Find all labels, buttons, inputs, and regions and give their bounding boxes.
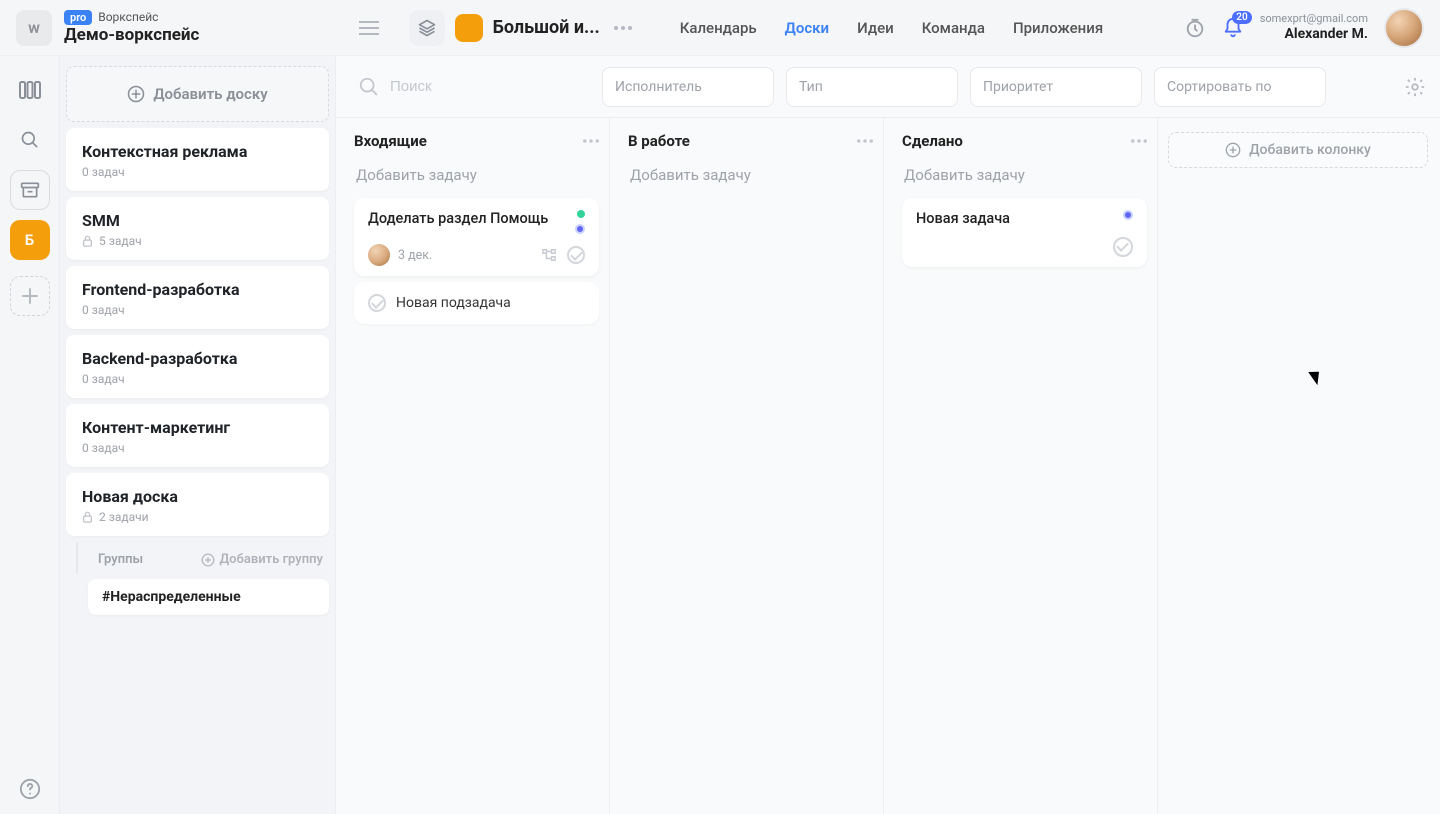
board-title: Контент-маркетинг bbox=[82, 418, 313, 437]
board-subtitle: 0 задач bbox=[82, 165, 313, 179]
rail-add-button[interactable] bbox=[10, 276, 50, 316]
board-item[interactable]: Контент-маркетинг 0 задач bbox=[66, 404, 329, 467]
avatar[interactable] bbox=[1384, 8, 1424, 48]
layers-icon[interactable] bbox=[409, 10, 445, 46]
column-more-icon[interactable] bbox=[857, 139, 873, 143]
complete-icon[interactable] bbox=[1113, 237, 1133, 257]
rail-project-shortcut[interactable]: Б bbox=[10, 220, 50, 260]
user-name: Alexander M. bbox=[1284, 26, 1368, 42]
add-column-button[interactable]: Добавить колонку bbox=[1168, 132, 1428, 168]
lock-icon bbox=[82, 235, 93, 247]
status-dot-blue bbox=[575, 224, 585, 234]
complete-icon[interactable] bbox=[567, 246, 585, 264]
user-info[interactable]: somexprt@gmail.com Alexander M. bbox=[1260, 13, 1368, 42]
board-item[interactable]: Новая доска 2 задачи bbox=[66, 473, 329, 536]
project-color-swatch bbox=[455, 14, 483, 42]
nav-ideas[interactable]: Идеи bbox=[857, 19, 894, 37]
workspace-name: Демо-воркспейс bbox=[64, 25, 199, 45]
filter-assignee[interactable]: Исполнитель bbox=[602, 67, 774, 107]
workspace-avatar[interactable]: w bbox=[16, 10, 52, 46]
status-dot-green bbox=[577, 210, 585, 218]
menu-icon[interactable] bbox=[359, 21, 379, 35]
add-group-button[interactable]: Добавить группу bbox=[201, 552, 323, 567]
rail-search-icon[interactable] bbox=[10, 120, 50, 160]
column-more-icon[interactable] bbox=[1131, 139, 1147, 143]
search-input[interactable] bbox=[390, 78, 550, 95]
board-title: Новая доска bbox=[82, 487, 313, 506]
board-subtitle: 0 задач bbox=[82, 303, 313, 317]
lock-icon bbox=[82, 511, 93, 523]
filter-sort[interactable]: Сортировать по bbox=[1154, 67, 1326, 107]
timer-icon[interactable] bbox=[1184, 17, 1206, 39]
search-icon bbox=[358, 76, 380, 98]
task-title: Новая задача bbox=[916, 210, 1010, 227]
workspace-selector[interactable]: pro Воркспейс Демо-воркспейс bbox=[64, 10, 199, 46]
add-task-input[interactable]: Добавить задачу bbox=[902, 158, 1147, 198]
add-task-input[interactable]: Добавить задачу bbox=[628, 158, 873, 198]
user-email: somexprt@gmail.com bbox=[1260, 13, 1368, 26]
rail-archive-icon[interactable] bbox=[10, 170, 50, 210]
board-item[interactable]: Backend-разработка 0 задач bbox=[66, 335, 329, 398]
board-item[interactable]: Frontend-разработка 0 задач bbox=[66, 266, 329, 329]
task-title: Доделать раздел Помощь bbox=[368, 210, 548, 227]
column-title-doing: В работе bbox=[628, 132, 690, 150]
assignee-avatar[interactable] bbox=[368, 244, 390, 266]
column-more-icon[interactable] bbox=[583, 139, 599, 143]
add-group-label: Добавить группу bbox=[219, 552, 323, 567]
cursor-pointer bbox=[1312, 368, 1324, 384]
column-title-inbox: Входящие bbox=[354, 132, 427, 150]
complete-icon[interactable] bbox=[368, 294, 386, 312]
task-date: 3 дек. bbox=[398, 248, 432, 263]
subtask-title: Новая подзадача bbox=[396, 295, 511, 311]
project-name[interactable]: Большой и... bbox=[493, 17, 600, 38]
notifications-button[interactable]: 20 bbox=[1222, 17, 1244, 39]
workspace-label: Воркспейс bbox=[98, 10, 158, 24]
nav-boards[interactable]: Доски bbox=[785, 19, 829, 37]
board-title: Frontend-разработка bbox=[82, 280, 313, 299]
gear-icon[interactable] bbox=[1404, 76, 1426, 98]
board-item[interactable]: Контекстная реклама 0 задач bbox=[66, 128, 329, 191]
pro-badge: pro bbox=[64, 10, 92, 25]
task-card[interactable]: Новая задача bbox=[902, 198, 1147, 267]
add-board-button[interactable]: Добавить доску bbox=[66, 66, 329, 122]
column-title-done: Сделано bbox=[902, 132, 963, 150]
nav-apps[interactable]: Приложения bbox=[1013, 19, 1103, 37]
add-task-input[interactable]: Добавить задачу bbox=[354, 158, 599, 198]
groups-label: Группы bbox=[98, 552, 143, 567]
add-board-label: Добавить доску bbox=[153, 85, 267, 103]
add-column-label: Добавить колонку bbox=[1249, 142, 1371, 158]
project-more-icon[interactable] bbox=[610, 22, 636, 34]
notifications-count: 20 bbox=[1232, 11, 1251, 24]
board-subtitle: 5 задач bbox=[99, 234, 142, 248]
board-title: Контекстная реклама bbox=[82, 142, 313, 161]
nav-calendar[interactable]: Календарь bbox=[680, 19, 757, 37]
board-subtitle: 0 задач bbox=[82, 372, 313, 386]
help-icon[interactable] bbox=[19, 778, 41, 800]
subtasks-icon[interactable] bbox=[541, 248, 557, 262]
board-subtitle: 0 задач bbox=[82, 441, 313, 455]
board-item[interactable]: SMM 5 задач bbox=[66, 197, 329, 260]
task-card[interactable]: Доделать раздел Помощь 3 дек. bbox=[354, 198, 599, 276]
subtask-card[interactable]: Новая подзадача bbox=[354, 282, 599, 324]
status-dot-blue bbox=[1123, 210, 1133, 220]
nav-team[interactable]: Команда bbox=[922, 19, 985, 37]
board-title: SMM bbox=[82, 211, 313, 230]
board-title: Backend-разработка bbox=[82, 349, 313, 368]
board-subtitle: 2 задачи bbox=[99, 510, 149, 524]
filter-type[interactable]: Тип bbox=[786, 67, 958, 107]
filter-priority[interactable]: Приоритет bbox=[970, 67, 1142, 107]
rail-columns-icon[interactable] bbox=[10, 70, 50, 110]
group-item[interactable]: #Нераспределенные bbox=[88, 579, 329, 615]
